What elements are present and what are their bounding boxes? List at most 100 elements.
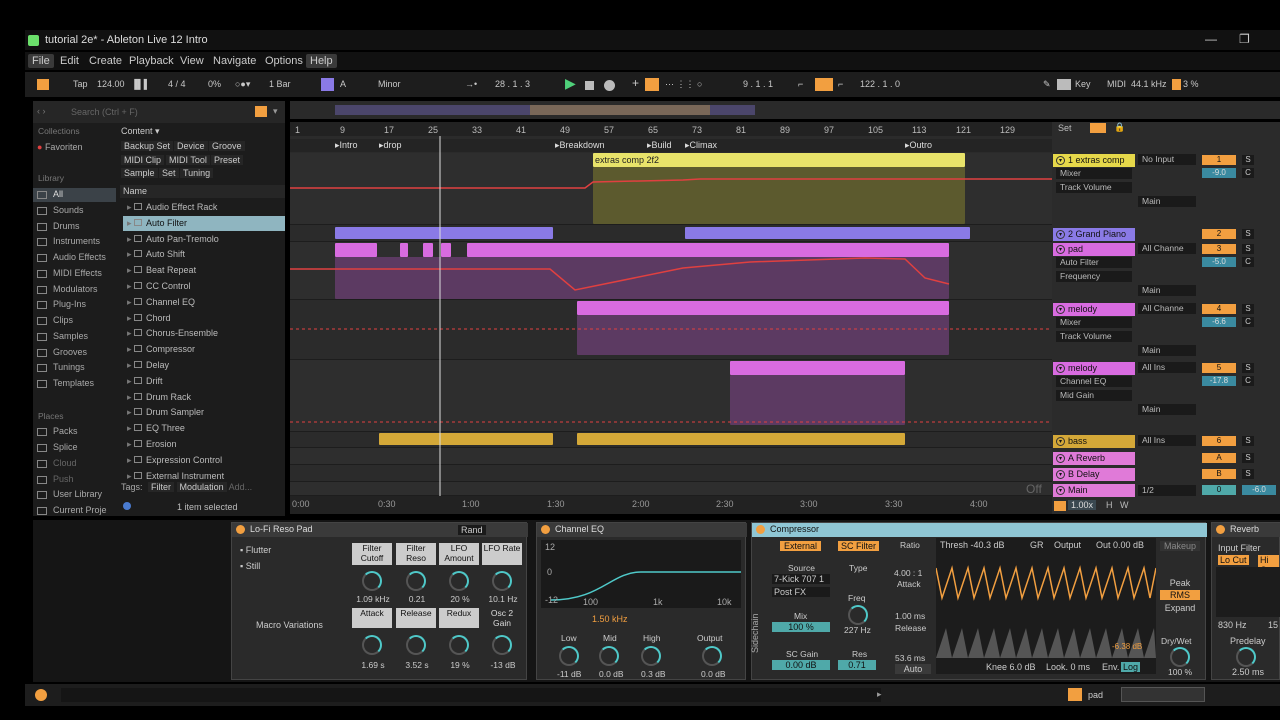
expand-chevron-icon[interactable]: ▸ <box>127 455 134 465</box>
browser-item[interactable]: ▸ Chord <box>123 311 285 326</box>
draw-mode-icon[interactable]: ✎ <box>1043 79 1051 90</box>
automation-param-select[interactable]: Mid Gain <box>1056 390 1132 401</box>
zoom-icon[interactable] <box>1054 501 1066 511</box>
gr-toggle[interactable]: GR <box>1030 540 1044 550</box>
reverb-freq-value[interactable]: 830 Hz <box>1218 620 1247 630</box>
menu-options[interactable]: Options <box>261 54 307 68</box>
library-plugins[interactable]: Plug-Ins <box>37 299 86 309</box>
expand-chevron-icon[interactable]: ▸ <box>127 344 134 354</box>
expand-chevron-icon[interactable]: ▸ <box>127 439 134 449</box>
volume-field[interactable]: -9.0 <box>1202 168 1236 178</box>
expand-chevron-icon[interactable]: ▸ <box>127 202 134 212</box>
solo-button[interactable]: S <box>1242 155 1254 165</box>
external-button[interactable]: External <box>780 541 822 551</box>
eq-high-knob[interactable] <box>641 646 661 666</box>
browser-item[interactable]: ▸ CC Control <box>123 279 285 294</box>
predelay-knob[interactable] <box>1236 647 1256 667</box>
release-value[interactable]: 53.6 ms <box>895 653 925 663</box>
library-tunings[interactable]: Tunings <box>37 362 85 372</box>
browser-item[interactable]: ▸ Expression Control <box>123 453 285 468</box>
track-name[interactable]: ▾ melody <box>1053 362 1135 375</box>
stop-button[interactable] <box>585 81 594 90</box>
time-signature[interactable]: 4 / 4 <box>168 79 186 89</box>
lookahead-select[interactable]: Look. 0 ms <box>1046 662 1090 672</box>
back-icon[interactable]: ‹ › <box>37 106 46 116</box>
menu-help[interactable]: Help <box>306 54 337 68</box>
chip-preset[interactable]: Preset <box>211 155 244 165</box>
output-select[interactable]: Main <box>1138 404 1196 415</box>
track-name[interactable]: ▾ bass <box>1053 435 1135 448</box>
chip-midi-tool[interactable]: MIDI Tool <box>166 155 210 165</box>
menu-playback[interactable]: Playback <box>125 54 178 68</box>
name-column-header[interactable]: Name <box>120 185 285 198</box>
tempo-field[interactable]: 124.00 <box>97 79 125 89</box>
drywet-knob[interactable] <box>1170 647 1190 667</box>
automation-arm-icon[interactable] <box>645 78 659 91</box>
fold-icon[interactable]: ▾ <box>1056 245 1065 254</box>
makeup-button[interactable]: Makeup <box>1160 541 1200 551</box>
rms-button[interactable]: RMS <box>1160 590 1200 600</box>
track-number[interactable]: 3 <box>1202 244 1236 254</box>
sc-gain-field[interactable]: 0.00 dB <box>772 660 830 670</box>
browser-item[interactable]: ▸ Auto Shift <box>123 247 285 262</box>
library-audio-effects[interactable]: Audio Effects <box>37 252 106 262</box>
browser-item[interactable]: ▸ Delay <box>123 358 285 373</box>
track-name[interactable]: ▾ melody <box>1053 303 1135 316</box>
threshold-value[interactable]: Thresh -40.3 dB <box>940 540 1005 550</box>
automation-device-select[interactable]: Auto Filter <box>1056 257 1132 268</box>
output-toggle[interactable]: Output <box>1054 540 1081 550</box>
expand-chevron-icon[interactable]: ▸ <box>127 234 134 244</box>
key-map-button[interactable]: Key <box>1075 79 1091 89</box>
track-name[interactable]: ▾ A Reverb <box>1053 452 1135 465</box>
search-input[interactable]: Search (Ctrl + F) <box>71 107 138 117</box>
places-packs[interactable]: Packs <box>37 426 78 436</box>
fold-icon[interactable]: ▾ <box>1056 437 1065 446</box>
h-toggle[interactable]: H <box>1106 500 1113 510</box>
out-value[interactable]: Out 0.00 dB <box>1096 540 1144 550</box>
output-select[interactable]: Main <box>1138 196 1196 207</box>
solo-button[interactable]: S <box>1242 244 1254 254</box>
browser-item[interactable]: ▸ Beat Repeat <box>123 263 285 278</box>
browser-item[interactable]: ▸ Audio Effect Rack <box>123 200 285 215</box>
device-power-icon[interactable] <box>756 525 765 534</box>
crossfade-button[interactable]: C <box>1242 257 1254 267</box>
metronome-icon[interactable]: ▐▌▌ <box>131 79 150 89</box>
macro-label[interactable]: LFO Rate <box>482 543 522 565</box>
chip-tuning[interactable]: Tuning <box>180 168 214 178</box>
macro-knob[interactable] <box>362 635 382 655</box>
device-power-icon[interactable] <box>1216 525 1225 534</box>
post-fx-select[interactable]: Post FX <box>772 587 830 597</box>
output-select[interactable]: Main <box>1138 285 1196 296</box>
crossfade-button[interactable]: C <box>1242 168 1254 178</box>
zoom-level[interactable]: 1.00x <box>1068 500 1097 510</box>
menu-edit[interactable]: Edit <box>56 54 83 68</box>
filter-icon[interactable] <box>255 106 267 117</box>
fold-icon[interactable]: ▾ <box>1056 230 1065 239</box>
volume-field[interactable]: -17.8 <box>1202 376 1236 386</box>
info-toggle-icon[interactable] <box>35 689 47 701</box>
fold-icon[interactable]: ▾ <box>1056 470 1065 479</box>
automation-param-select[interactable]: Track Volume <box>1056 331 1132 342</box>
fold-icon[interactable]: ▾ <box>1056 364 1065 373</box>
browser-item[interactable]: ▸ Auto Filter <box>123 215 285 231</box>
compressor-display[interactable]: Thresh -40.3 dB GR Output Out 0.00 dB -6… <box>936 538 1156 674</box>
favorites-item[interactable]: ● Favoriten <box>37 142 82 152</box>
ratio-value[interactable]: 4.00 : 1 <box>894 568 922 578</box>
input-select[interactable]: All Ins <box>1138 362 1196 373</box>
loop-start[interactable]: 9 . 1 . 1 <box>743 79 773 89</box>
key-select[interactable]: A <box>340 79 346 89</box>
expand-chevron-icon[interactable]: ▸ <box>127 471 134 481</box>
attack-value[interactable]: 1.00 ms <box>895 611 925 621</box>
solo-button[interactable]: S <box>1242 304 1254 314</box>
track-name[interactable]: ▾ B Delay <box>1053 468 1135 481</box>
auto-release-button[interactable]: Auto <box>895 664 931 674</box>
source-select[interactable]: 7-Kick 707 1 <box>772 574 830 584</box>
expand-chevron-icon[interactable]: ▸ <box>127 423 134 433</box>
macro-label[interactable]: Filter Reso <box>396 543 436 565</box>
variation-flutter[interactable]: ▪ Flutter <box>240 545 271 555</box>
input-select[interactable]: All Ins <box>1138 435 1196 446</box>
expand-chevron-icon[interactable]: ▸ <box>127 376 134 386</box>
chip-midi-clip[interactable]: MIDI Clip <box>121 155 165 165</box>
library-drums[interactable]: Drums <box>37 221 80 231</box>
chip-set[interactable]: Set <box>159 168 179 178</box>
